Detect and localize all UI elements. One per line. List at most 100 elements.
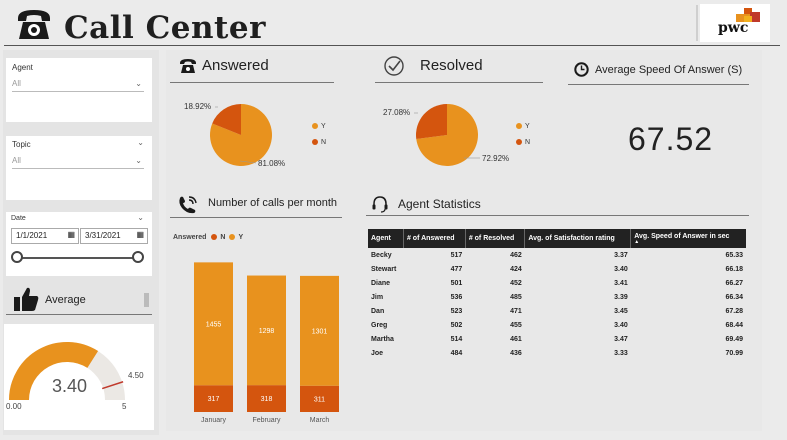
telephone-icon (18, 10, 50, 39)
column-header-answered[interactable]: # of Answered (403, 229, 466, 248)
answered-y-percent: 81.08% (258, 159, 286, 168)
column-header-satisfaction[interactable]: Avg. of Satisfaction rating (524, 229, 632, 248)
sort-ascending-icon: ▲ (634, 238, 640, 245)
resolved-y-percent: 72.92% (482, 154, 510, 163)
chevron-down-icon[interactable]: ⌄ (137, 138, 144, 147)
table-cell: 69.49 (725, 335, 743, 343)
legend-label: N (525, 139, 531, 146)
table-row[interactable]: Jim 536 485 3.39 66.34 (368, 290, 746, 304)
date-slicer-label: Date (11, 215, 26, 222)
bar-data-label: 1301 (312, 328, 328, 335)
gauge-max-label: 5 (122, 402, 127, 411)
calls-legend-n[interactable]: N (220, 234, 225, 241)
table-row[interactable]: Stewart 477 424 3.40 66.18 (368, 262, 746, 276)
legend-dot-icon (516, 123, 522, 130)
legend-label: Y (525, 123, 530, 130)
table-cell: 424 (510, 265, 522, 273)
telephone-icon (180, 59, 196, 73)
column-header-speed[interactable]: Avg. Speed of Answer in sec ▲ (630, 229, 746, 248)
calls-legend-y[interactable]: Y (238, 234, 243, 241)
average-title: Average (45, 294, 86, 306)
agent-slicer: Agent All ⌄ (6, 58, 152, 122)
table-cell: 502 (450, 321, 463, 329)
legend-label: Y (321, 123, 326, 130)
table-cell: Martha (371, 335, 394, 343)
calendar-icon[interactable]: ▦ (67, 230, 75, 239)
asa-underline (568, 84, 749, 85)
table-cell: 67.28 (725, 307, 743, 315)
bar-data-label: 317 (208, 396, 220, 403)
table-cell: Joe (371, 349, 384, 357)
calls-chart-underline (170, 217, 342, 218)
calls-chart-title: Number of calls per month (208, 197, 337, 209)
legend-dot-icon (312, 123, 318, 130)
table-cell: 436 (510, 349, 522, 357)
topic-dropdown[interactable]: All ⌄ (12, 156, 144, 169)
legend-dot-icon (516, 139, 522, 146)
end-date-input[interactable]: 3/31/2021 ▦ (80, 228, 148, 244)
table-row[interactable]: Diane 501 452 3.41 66.27 (368, 276, 746, 290)
legend-dot-icon (312, 139, 318, 146)
table-cell: 3.39 (614, 293, 628, 301)
legend-label: N (321, 139, 327, 146)
thumbs-up-icon (14, 287, 39, 311)
bar-data-label: 1298 (259, 328, 275, 335)
table-cell: 477 (450, 265, 463, 273)
table-cell: Dan (371, 307, 385, 315)
topic-dropdown-value: All (12, 156, 21, 165)
table-cell: 484 (450, 349, 463, 357)
average-underline (6, 314, 152, 315)
table-cell: 471 (510, 307, 522, 315)
table-cell: 536 (450, 293, 463, 301)
x-tick-label: March (310, 417, 330, 424)
table-cell: 485 (510, 293, 522, 301)
table-header-row: Agent # of Answered # of Resolved Avg. o… (368, 229, 746, 248)
gauge-min-label: 0.00 (6, 402, 22, 411)
answered-legend-y[interactable]: Y (312, 123, 326, 130)
table-cell: 70.99 (725, 349, 743, 357)
check-circle-icon (384, 56, 404, 76)
table-row[interactable]: Becky 517 462 3.37 65.33 (368, 248, 746, 262)
topic-slicer-label: Topic (12, 140, 31, 149)
start-date-value: 1/1/2021 (16, 231, 48, 240)
resolved-n-percent: 27.08% (383, 108, 411, 117)
topic-slicer: Topic ⌄ All ⌄ (6, 136, 152, 200)
table-row[interactable]: Dan 523 471 3.45 67.28 (368, 304, 746, 318)
table-cell: Becky (371, 251, 392, 259)
calls-per-month-chart: 317 1455 January 318 1298 February 311 1301 Marc… (194, 262, 339, 424)
resolved-pie-chart (414, 104, 480, 166)
date-range-end-handle[interactable] (132, 251, 144, 263)
header-divider (696, 5, 698, 41)
resolved-title: Resolved (420, 57, 483, 74)
start-date-input[interactable]: 1/1/2021 ▦ (11, 228, 79, 244)
x-tick-label: February (252, 417, 281, 424)
column-header-agent[interactable]: Agent (368, 229, 404, 248)
gauge-target-label: 4.50 (128, 371, 144, 380)
resolved-legend-n[interactable]: N (516, 139, 530, 146)
table-cell: 3.41 (614, 279, 628, 287)
table-row[interactable]: Greg 502 455 3.40 68.44 (368, 318, 746, 332)
table-cell: Diane (371, 279, 391, 287)
table-cell: 3.47 (614, 335, 628, 343)
pie-slice-n[interactable] (416, 104, 447, 140)
table-cell: 3.45 (614, 307, 628, 315)
calendar-icon[interactable]: ▦ (136, 230, 144, 239)
column-header-speed-label: Avg. Speed of Answer in sec (634, 232, 730, 240)
table-cell: 3.37 (614, 251, 628, 259)
date-range-start-handle[interactable] (11, 251, 23, 263)
date-range-track[interactable] (18, 257, 140, 259)
scroll-indicator[interactable] (144, 293, 149, 307)
average-gauge-card: 3.40 0.00 5 4.50 (4, 324, 154, 430)
chevron-down-icon: ⌄ (135, 79, 142, 88)
resolved-legend-y[interactable]: Y (516, 123, 530, 130)
chevron-down-icon[interactable]: ⌄ (137, 213, 144, 222)
answered-legend-n[interactable]: N (312, 139, 326, 146)
table-cell: 3.33 (614, 349, 628, 357)
table-row[interactable]: Martha 514 461 3.47 69.49 (368, 332, 746, 346)
agent-dropdown[interactable]: All ⌄ (12, 79, 144, 92)
table-cell: 66.27 (725, 279, 743, 287)
agent-dropdown-value: All (12, 79, 21, 88)
column-header-resolved[interactable]: # of Resolved (465, 229, 526, 248)
table-cell: Jim (371, 293, 384, 301)
table-row[interactable]: Joe 484 436 3.33 70.99 (368, 346, 746, 360)
